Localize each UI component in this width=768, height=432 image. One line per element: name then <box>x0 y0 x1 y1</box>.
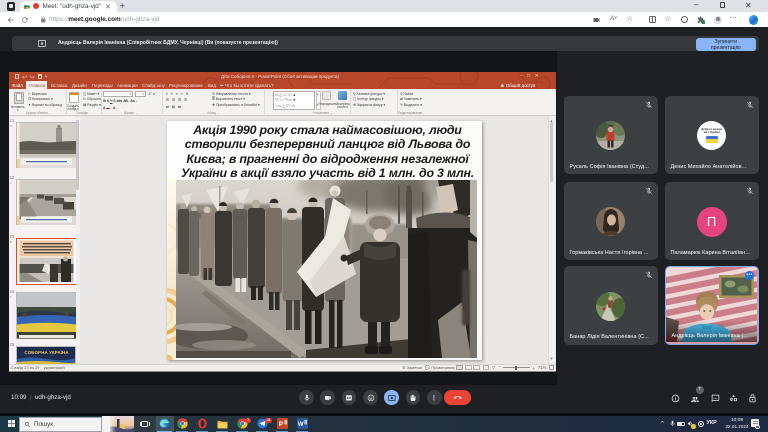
svg-text:P: P <box>279 421 284 428</box>
svg-text:СОБОРНА УКРАЇНА: СОБОРНА УКРАЇНА <box>24 348 69 354</box>
svg-text:W: W <box>298 422 304 428</box>
